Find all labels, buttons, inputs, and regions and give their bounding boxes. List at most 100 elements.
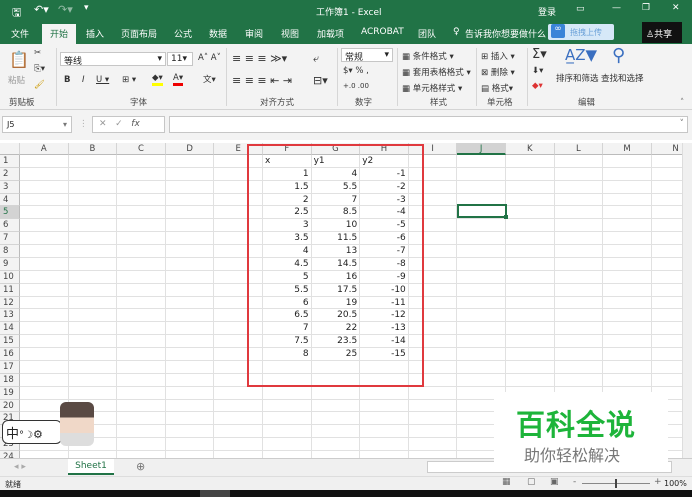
row-header-12[interactable]: 12 bbox=[0, 296, 20, 310]
cell-M10[interactable] bbox=[603, 270, 652, 284]
row-header-10[interactable]: 10 bbox=[0, 270, 20, 284]
merge-center-icon[interactable]: ⊟▾ bbox=[313, 74, 328, 87]
cell-K18[interactable] bbox=[506, 373, 555, 387]
cell-H22[interactable] bbox=[360, 425, 409, 439]
cell-M2[interactable] bbox=[603, 167, 652, 181]
cell-L9[interactable] bbox=[554, 257, 604, 271]
cell-G22[interactable] bbox=[311, 425, 361, 439]
cell-J6[interactable] bbox=[457, 219, 506, 233]
cell-A19[interactable] bbox=[20, 386, 69, 400]
italic-button[interactable]: I bbox=[82, 75, 85, 85]
tab-addins[interactable]: 加载项 bbox=[317, 27, 344, 40]
cell-D2[interactable] bbox=[165, 167, 215, 181]
cell-E21[interactable] bbox=[214, 412, 263, 426]
cell-C14[interactable] bbox=[117, 322, 166, 336]
cell-J3[interactable] bbox=[457, 180, 506, 194]
cell-L11[interactable] bbox=[554, 283, 604, 297]
cell-D18[interactable] bbox=[165, 373, 215, 387]
font-color-icon[interactable]: A▾ bbox=[173, 73, 184, 86]
cell-J18[interactable] bbox=[457, 373, 506, 387]
cell-D21[interactable] bbox=[165, 412, 215, 426]
column-header-C[interactable]: C bbox=[117, 143, 166, 155]
cell-J14[interactable] bbox=[457, 322, 506, 336]
cell-D17[interactable] bbox=[165, 360, 215, 374]
cell-B8[interactable] bbox=[68, 245, 118, 258]
cell-C8[interactable] bbox=[117, 245, 166, 258]
cell-F20[interactable] bbox=[263, 399, 312, 413]
cell-J16[interactable] bbox=[457, 348, 506, 361]
cell-M16[interactable] bbox=[603, 348, 652, 361]
row-header-14[interactable]: 14 bbox=[0, 322, 20, 336]
cell-B16[interactable] bbox=[68, 348, 118, 361]
cell-C15[interactable] bbox=[117, 335, 166, 349]
cell-D1[interactable] bbox=[165, 155, 215, 168]
cell-K5[interactable] bbox=[506, 206, 555, 220]
cell-M12[interactable] bbox=[603, 296, 652, 310]
cell-G19[interactable] bbox=[311, 386, 361, 400]
cell-M14[interactable] bbox=[603, 322, 652, 336]
column-header-K[interactable]: K bbox=[506, 143, 555, 155]
tab-data[interactable]: 数据 bbox=[209, 27, 227, 40]
column-header-D[interactable]: D bbox=[165, 143, 215, 155]
cell-K15[interactable] bbox=[506, 335, 555, 349]
tab-insert[interactable]: 插入 bbox=[86, 27, 104, 40]
cell-C9[interactable] bbox=[117, 257, 166, 271]
cell-K16[interactable] bbox=[506, 348, 555, 361]
zoom-out-button[interactable]: - bbox=[573, 477, 576, 487]
cell-F24[interactable] bbox=[263, 451, 312, 458]
cell-J9[interactable] bbox=[457, 257, 506, 271]
cell-A24[interactable] bbox=[20, 451, 69, 458]
cell-H24[interactable] bbox=[360, 451, 409, 458]
cell-B19[interactable] bbox=[68, 386, 118, 400]
cell-J12[interactable] bbox=[457, 296, 506, 310]
taskbar-item[interactable] bbox=[200, 490, 230, 497]
cell-D13[interactable] bbox=[165, 309, 215, 323]
cell-E19[interactable] bbox=[214, 386, 263, 400]
cell-M8[interactable] bbox=[603, 245, 652, 258]
row-header-6[interactable]: 6 bbox=[0, 219, 20, 233]
cell-H20[interactable] bbox=[360, 399, 409, 413]
cancel-icon[interactable]: ✕ bbox=[99, 119, 107, 129]
tab-file[interactable]: 文件 bbox=[11, 27, 29, 40]
align-top-icon[interactable]: ≡ ≡ ≡ ≫▾ bbox=[232, 52, 287, 65]
font-size-select[interactable]: 11▾ bbox=[167, 52, 193, 66]
cell-C24[interactable] bbox=[117, 451, 166, 458]
cell-I23[interactable] bbox=[408, 438, 458, 451]
cell-A5[interactable] bbox=[20, 206, 69, 220]
fill-handle[interactable] bbox=[504, 215, 508, 219]
cell-C6[interactable] bbox=[117, 219, 166, 233]
cell-C20[interactable] bbox=[117, 399, 166, 413]
cell-A17[interactable] bbox=[20, 360, 69, 374]
row-header-4[interactable]: 4 bbox=[0, 193, 20, 207]
row-header-8[interactable]: 8 bbox=[0, 245, 20, 258]
expand-formula-icon[interactable]: ˅ bbox=[680, 119, 685, 129]
cell-K17[interactable] bbox=[506, 360, 555, 374]
cell-C19[interactable] bbox=[117, 386, 166, 400]
tab-formulas[interactable]: 公式 bbox=[174, 27, 192, 40]
close-button[interactable]: ✕ bbox=[672, 3, 680, 13]
tell-me-search[interactable]: 告诉我你想要做什么 bbox=[465, 27, 546, 40]
row-header-19[interactable]: 19 bbox=[0, 386, 20, 400]
fill-icon[interactable]: ⬇▾ bbox=[532, 66, 543, 76]
sort-filter-button[interactable]: 排序和筛选 bbox=[556, 72, 599, 84]
cell-D9[interactable] bbox=[165, 257, 215, 271]
row-header-20[interactable]: 20 bbox=[0, 399, 20, 413]
find-select-button[interactable]: 查找和选择 bbox=[601, 72, 644, 84]
font-name-select[interactable]: 等线 ▾ bbox=[60, 52, 166, 67]
cell-J15[interactable] bbox=[457, 335, 506, 349]
format-painter-icon[interactable]: 🖌 bbox=[34, 80, 45, 90]
cell-J1[interactable] bbox=[457, 155, 506, 168]
cell-K7[interactable] bbox=[506, 232, 555, 246]
row-header-24[interactable]: 24 bbox=[0, 451, 20, 458]
wrap-text-icon[interactable]: ⤶ bbox=[313, 52, 319, 66]
cell-M17[interactable] bbox=[603, 360, 652, 374]
cell-G20[interactable] bbox=[311, 399, 361, 413]
cell-B13[interactable] bbox=[68, 309, 118, 323]
cell-J2[interactable] bbox=[457, 167, 506, 181]
zoom-slider-thumb[interactable] bbox=[615, 479, 617, 488]
upload-button[interactable]: ∞ 拖拽上传 bbox=[548, 24, 614, 40]
cell-B6[interactable] bbox=[68, 219, 118, 233]
row-header-7[interactable]: 7 bbox=[0, 232, 20, 246]
cell-C23[interactable] bbox=[117, 438, 166, 451]
cell-A15[interactable] bbox=[20, 335, 69, 349]
